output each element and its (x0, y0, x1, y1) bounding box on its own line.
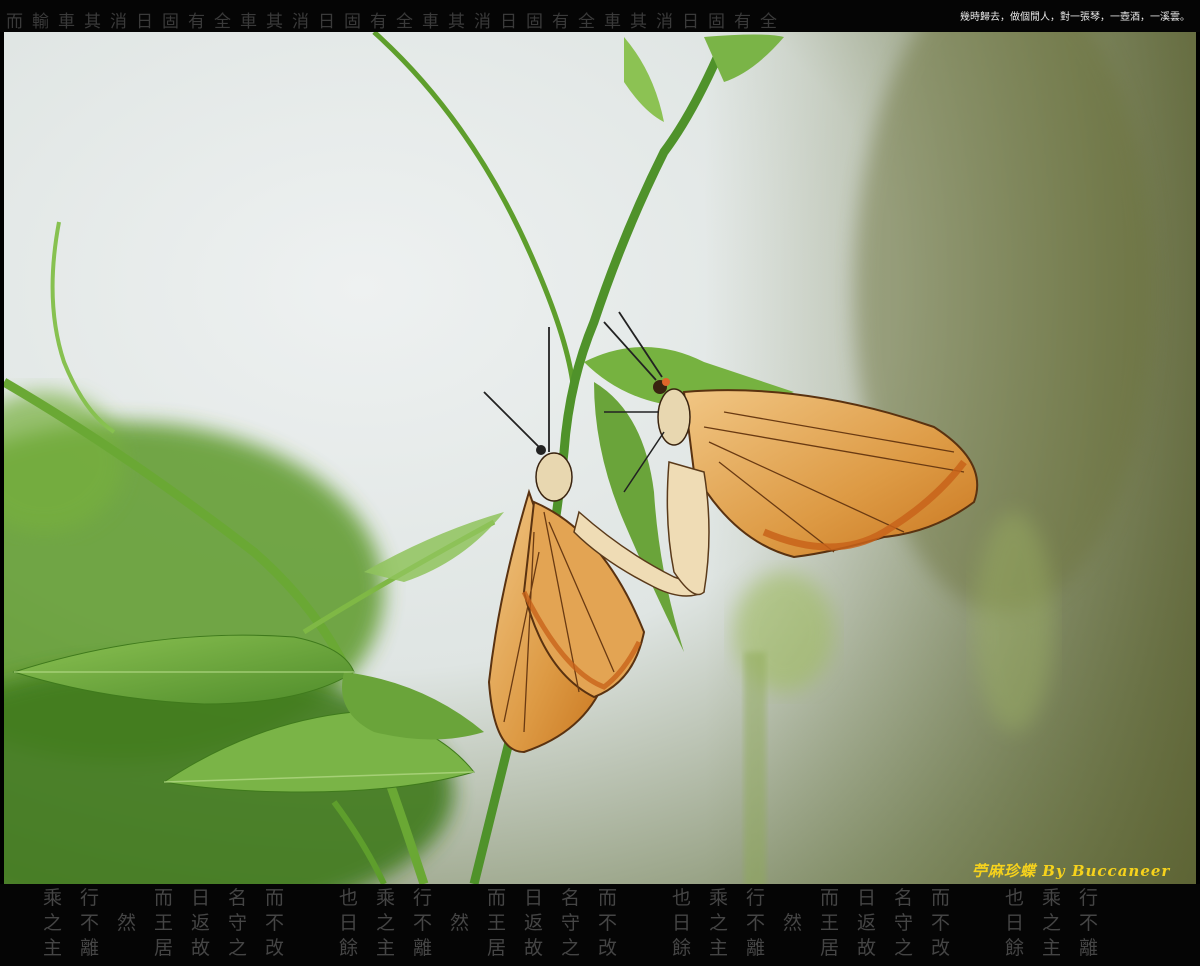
glyph-column: 行 不 離 (79, 887, 99, 959)
glyph-column: 然 (116, 912, 136, 934)
glyph-column (293, 886, 330, 961)
glyph-column: 而 王 居 (486, 887, 506, 959)
glyph-column: 名 守 之 (560, 887, 580, 959)
bottom-glyph-band: 乘 之 主行 不 離 然而 王 居日 返 故名 守 之而 不 改也 日 餘乘 之… (34, 886, 1107, 961)
glyph-column: 而 不 改 (930, 887, 950, 959)
glyph-column (626, 886, 663, 961)
glyph-column: 乘 之 主 (42, 887, 62, 959)
glyph-column: 日 返 故 (190, 887, 210, 959)
glyph-column (959, 886, 996, 961)
glyph-column: 然 (449, 912, 469, 934)
glyph-column: 名 守 之 (893, 887, 913, 959)
glyph-column: 乘 之 主 (375, 887, 395, 959)
top-glyph-band: 而輸車其消日固有全車其消日固有全車其消日固有全車其消日固有全 (6, 12, 786, 32)
glyph-column: 而 不 改 (597, 887, 617, 959)
glyph-column: 名 守 之 (227, 887, 247, 959)
glyph-column: 日 返 故 (523, 887, 543, 959)
glyph-column: 而 王 居 (153, 887, 173, 959)
glyph-column: 行 不 離 (412, 887, 432, 959)
butterfly-photo: 苧麻珍蝶 By Buccaneer (4, 32, 1196, 884)
top-border-strip: 而輸車其消日固有全車其消日固有全車其消日固有全車其消日固有全 幾時歸去，做個閒人… (0, 0, 1200, 32)
glyph-column: 也 日 餘 (338, 887, 358, 959)
bottom-border-strip: 乘 之 主行 不 離 然而 王 居日 返 故名 守 之而 不 改也 日 餘乘 之… (0, 884, 1200, 966)
glyph-column: 而 王 居 (819, 887, 839, 959)
glyph-column: 乘 之 主 (708, 887, 728, 959)
photo-illustration (4, 32, 1196, 884)
glyph-column: 然 (782, 912, 802, 934)
glyph-column: 行 不 離 (745, 887, 765, 959)
glyph-column: 也 日 餘 (671, 887, 691, 959)
glyph-column: 而 不 改 (264, 887, 284, 959)
glyph-column: 行 不 離 (1078, 887, 1098, 959)
glyph-column: 乘 之 主 (1041, 887, 1061, 959)
glyph-column: 日 返 故 (856, 887, 876, 959)
glyph-column: 也 日 餘 (1004, 887, 1024, 959)
poem-caption: 幾時歸去，做個閒人，對一張琴，一壺酒，一溪雲。 (960, 12, 1190, 23)
photo-signature: 苧麻珍蝶 By Buccaneer (972, 862, 1171, 880)
